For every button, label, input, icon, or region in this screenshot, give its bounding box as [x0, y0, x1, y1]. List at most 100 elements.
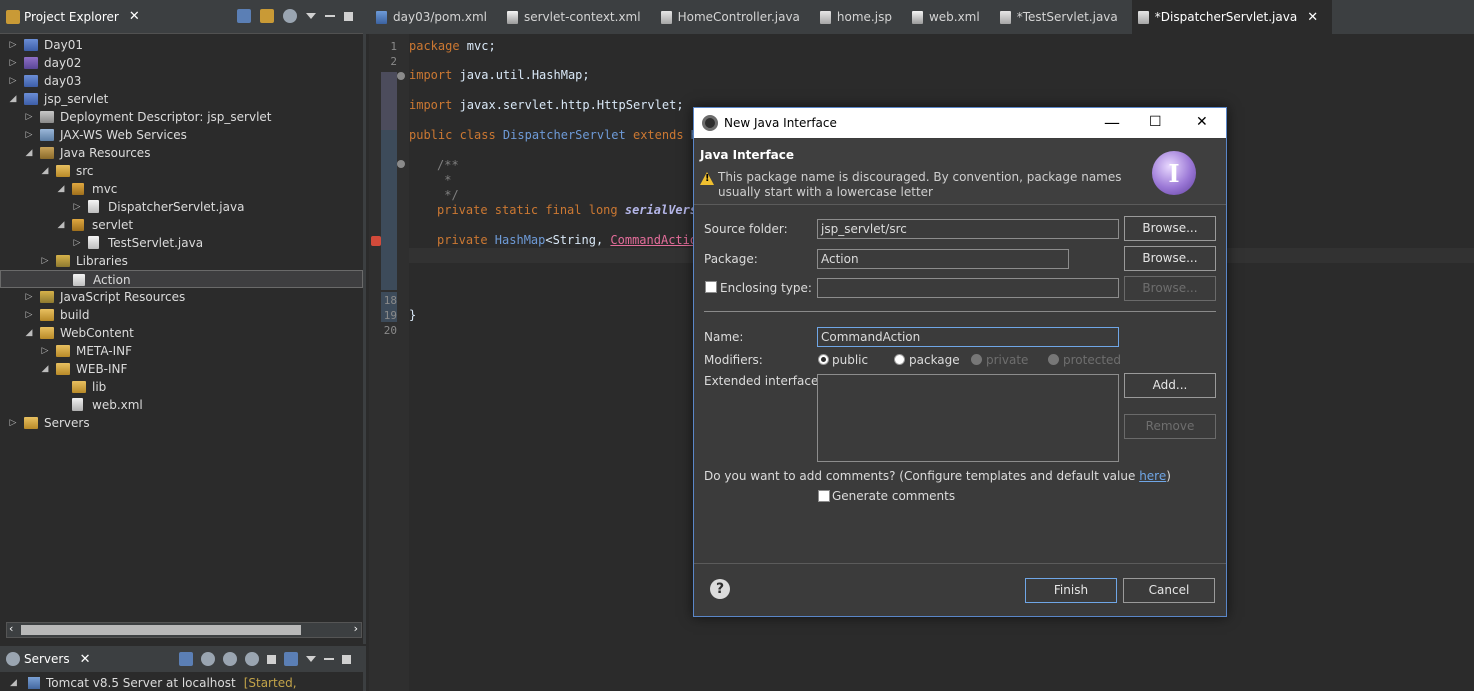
modifier-public-radio[interactable] [818, 354, 829, 365]
expand-toggle-icon[interactable]: ◢ [56, 216, 66, 234]
add-interface-button[interactable]: Add... [1124, 373, 1216, 398]
filter-icon[interactable] [283, 9, 297, 23]
configure-templates-link[interactable]: here [1139, 469, 1166, 483]
expand-toggle-icon[interactable]: ▷ [24, 306, 34, 324]
remove-interface-button[interactable]: Remove [1124, 414, 1216, 439]
tree-item[interactable]: ◢ WebContent [0, 324, 363, 342]
collapse-all-icon[interactable] [237, 9, 251, 23]
tree-item[interactable]: ▷ JAX-WS Web Services [0, 126, 363, 144]
editor-tab[interactable]: day03/pom.xml [370, 0, 501, 34]
expand-toggle-icon[interactable]: ▷ [24, 288, 34, 306]
maximize-icon[interactable]: ☐ [1149, 114, 1162, 130]
dialog-titlebar[interactable]: New Java Interface — ☐ ✕ [694, 108, 1226, 138]
close-icon[interactable]: ✕ [80, 652, 91, 667]
package-input[interactable]: Action [817, 249, 1069, 269]
tree-item[interactable]: ▷ Day01 [0, 36, 363, 54]
scroll-right-icon[interactable]: › [354, 622, 358, 635]
generate-comments-checkbox[interactable] [818, 490, 830, 502]
expand-toggle-icon[interactable]: ▷ [8, 54, 18, 72]
tree-item[interactable]: ◢ Java Resources [0, 144, 363, 162]
tree-item[interactable]: ▷ META-INF [0, 342, 363, 360]
expand-toggle-icon[interactable]: ▷ [24, 126, 34, 144]
editor-tab[interactable]: web.xml [906, 0, 994, 34]
source-folder-input[interactable]: jsp_servlet/src [817, 219, 1119, 239]
enclosing-type-checkbox[interactable] [705, 281, 717, 293]
expand-toggle-icon[interactable]: ◢ [40, 360, 50, 378]
minimize-icon[interactable] [324, 658, 334, 660]
expand-toggle-icon[interactable]: ◢ [24, 144, 34, 162]
expand-toggle-icon[interactable]: ▷ [72, 234, 82, 252]
start-icon[interactable] [223, 652, 237, 666]
close-icon[interactable]: ✕ [1307, 10, 1318, 25]
finish-button[interactable]: Finish [1025, 578, 1117, 603]
stop-icon[interactable] [267, 655, 276, 664]
servers-title[interactable]: Servers [24, 652, 70, 666]
expand-toggle-icon[interactable]: ◢ [8, 90, 18, 108]
browse-source-folder-button[interactable]: Browse... [1124, 216, 1216, 241]
expand-toggle-icon[interactable]: ▷ [8, 72, 18, 90]
error-marker-icon[interactable] [371, 236, 381, 246]
scrollbar-thumb[interactable] [21, 625, 301, 635]
view-menu-icon[interactable] [306, 13, 316, 19]
tree-item[interactable]: Action [0, 270, 363, 288]
tree-item[interactable]: ▷ TestServlet.java [0, 234, 363, 252]
tree-item[interactable]: ◢ mvc [0, 180, 363, 198]
name-input[interactable]: CommandAction [817, 327, 1119, 347]
expand-toggle-icon[interactable]: ▷ [24, 108, 34, 126]
help-icon[interactable]: ? [710, 579, 730, 599]
expand-toggle-icon[interactable]: ◢ [10, 674, 17, 691]
tree-item[interactable]: web.xml [0, 396, 363, 414]
minimize-icon[interactable]: — [1104, 113, 1120, 132]
debug-icon[interactable] [201, 652, 215, 666]
expand-toggle-icon[interactable]: ▷ [8, 414, 18, 432]
tree-item[interactable]: ◢ WEB-INF [0, 360, 363, 378]
expand-toggle-icon[interactable]: ▷ [40, 342, 50, 360]
enclosing-type-input[interactable] [817, 278, 1119, 298]
cancel-button[interactable]: Cancel [1123, 578, 1215, 603]
editor-tab[interactable]: HomeController.java [655, 0, 814, 34]
tree-item[interactable]: ▷ Deployment Descriptor: jsp_servlet [0, 108, 363, 126]
view-menu-icon[interactable] [306, 656, 316, 662]
project-explorer-title[interactable]: Project Explorer [24, 10, 119, 24]
tree-item[interactable]: ◢ jsp_servlet [0, 90, 363, 108]
collapse-all-icon[interactable] [179, 652, 193, 666]
expand-toggle-icon[interactable]: ◢ [24, 324, 34, 342]
modifier-package-radio[interactable] [894, 354, 905, 365]
tree-item[interactable]: ▷ JavaScript Resources [0, 288, 363, 306]
expand-toggle-icon[interactable]: ▷ [8, 36, 18, 54]
modifier-protected-radio[interactable] [1048, 354, 1059, 365]
expand-toggle-icon[interactable]: ▷ [72, 198, 82, 216]
tree-item[interactable]: lib [0, 378, 363, 396]
editor-tab[interactable]: *DispatcherServlet.java ✕ [1131, 0, 1333, 34]
editor-tab[interactable]: home.jsp [814, 0, 906, 34]
profile-icon[interactable] [245, 652, 259, 666]
expand-toggle-icon[interactable]: ▷ [40, 252, 50, 270]
tree-item[interactable]: ▷ day02 [0, 54, 363, 72]
browse-enclosing-button[interactable]: Browse... [1124, 276, 1216, 301]
expand-toggle-icon[interactable]: ◢ [40, 162, 50, 180]
tree-item[interactable]: ▷ DispatcherServlet.java [0, 198, 363, 216]
link-with-editor-icon[interactable] [260, 9, 274, 23]
extended-interfaces-list[interactable] [817, 374, 1119, 462]
tree-item[interactable]: ◢ src [0, 162, 363, 180]
publish-icon[interactable] [284, 652, 298, 666]
tree-item[interactable]: ◢ servlet [0, 216, 363, 234]
editor-tab[interactable]: servlet-context.xml [501, 0, 655, 34]
expand-toggle-icon[interactable]: ◢ [56, 180, 66, 198]
maximize-icon[interactable] [344, 12, 353, 21]
fold-marker-icon[interactable] [397, 72, 405, 80]
close-icon[interactable]: ✕ [129, 9, 140, 24]
horizontal-scrollbar[interactable]: ‹ › [6, 622, 362, 638]
editor-tab[interactable]: *TestServlet.java [994, 0, 1132, 34]
tree-item[interactable]: ▷ build [0, 306, 363, 324]
server-row[interactable]: ◢ Tomcat v8.5 Server at localhost [Starte… [0, 674, 363, 691]
fold-marker-icon[interactable] [397, 160, 405, 168]
minimize-icon[interactable] [325, 15, 335, 17]
tree-item[interactable]: ▷ Servers [0, 414, 363, 432]
scroll-left-icon[interactable]: ‹ [9, 622, 13, 635]
modifier-private-radio[interactable] [971, 354, 982, 365]
tree-item[interactable]: ▷ Libraries [0, 252, 363, 270]
maximize-icon[interactable] [342, 655, 351, 664]
browse-package-button[interactable]: Browse... [1124, 246, 1216, 271]
close-icon[interactable]: ✕ [1196, 114, 1208, 130]
